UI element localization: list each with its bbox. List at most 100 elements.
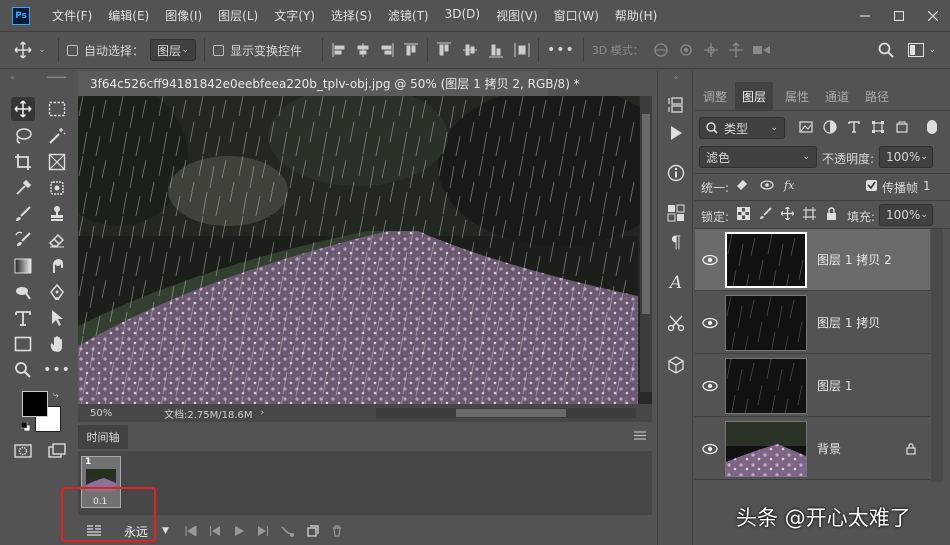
paragraph-panel-button[interactable]: ¶ [664, 231, 688, 255]
default-colors-icon[interactable] [21, 422, 30, 431]
tab-channels[interactable]: 通道 [817, 82, 857, 110]
search-icon[interactable] [878, 42, 895, 58]
menu-filter[interactable]: 滤镜(T) [380, 7, 437, 24]
align-right-icon[interactable] [379, 42, 395, 58]
tool-presets-panel-button[interactable] [664, 311, 688, 335]
layer-row[interactable]: 背景 [695, 418, 930, 480]
actions-panel-button[interactable] [664, 121, 688, 145]
slide-3d-icon[interactable] [727, 42, 745, 58]
tab-adjustments[interactable]: 调整 [695, 82, 735, 110]
spot-healing-tool[interactable] [45, 176, 69, 200]
pixel-layer-filter-icon[interactable] [799, 120, 813, 134]
menu-help[interactable]: 帮助(H) [607, 7, 665, 24]
magic-wand-tool[interactable] [45, 124, 69, 148]
chevron-down-icon[interactable]: ▼ [162, 526, 169, 536]
layer-name[interactable]: 图层 1 [817, 377, 852, 394]
unify-style-icon[interactable]: fx [783, 178, 799, 192]
history-brush-tool[interactable] [11, 228, 35, 252]
next-frame-icon[interactable] [257, 526, 269, 536]
tab-properties[interactable]: 属性 [777, 82, 817, 110]
filter-toggle-switch[interactable] [927, 120, 937, 134]
swatches-panel-button[interactable] [664, 201, 688, 225]
layer-row[interactable]: 图层 1 [695, 355, 930, 417]
visibility-toggle[interactable] [695, 380, 725, 392]
distribute-bottom-icon[interactable] [488, 42, 504, 58]
eraser-tool[interactable] [45, 228, 69, 252]
shape-layer-filter-icon[interactable] [871, 120, 885, 134]
quick-mask-button[interactable] [11, 439, 35, 463]
tween-icon[interactable] [281, 525, 295, 537]
foreground-color-swatch[interactable] [22, 391, 48, 417]
fill-input[interactable]: 100% ⌄ [879, 204, 933, 226]
layer-filter-dropdown[interactable]: 类型 ⌄ [699, 117, 785, 139]
zoom-tool[interactable] [11, 358, 35, 382]
layer-name[interactable]: 图层 1 拷贝 2 [817, 251, 892, 268]
type-tool[interactable] [11, 306, 35, 330]
minimize-button[interactable] [848, 4, 882, 28]
previous-frame-icon[interactable] [209, 526, 221, 536]
roll-3d-icon[interactable] [677, 42, 695, 58]
align-left-icon[interactable] [331, 42, 347, 58]
swap-colors-icon[interactable]: ⤷ [53, 390, 59, 401]
distribute-top-icon[interactable] [436, 42, 452, 58]
panel-menu-icon[interactable] [634, 431, 646, 440]
auto-select-checkbox[interactable] [67, 44, 78, 56]
crop-tool[interactable] [11, 150, 35, 174]
hand-tool[interactable] [45, 332, 69, 356]
smart-object-filter-icon[interactable] [895, 120, 909, 134]
adjustment-layer-filter-icon[interactable] [823, 120, 837, 134]
opacity-input[interactable]: 100% ⌄ [879, 146, 933, 168]
timeline-tab[interactable]: 时间轴 [78, 425, 128, 449]
show-transform-checkbox[interactable] [213, 44, 225, 56]
visibility-toggle[interactable] [695, 443, 725, 455]
marquee-tool[interactable] [45, 97, 69, 121]
visibility-toggle[interactable] [695, 317, 725, 329]
menu-file[interactable]: 文件(F) [44, 7, 100, 24]
document-tab[interactable]: 3f64c526cff94181842e0eebfeea220b_tplv-ob… [78, 71, 580, 96]
menu-select[interactable]: 选择(S) [323, 7, 380, 24]
menu-view[interactable]: 视图(V) [488, 7, 546, 24]
gradient-tool[interactable] [11, 254, 35, 278]
frame-tool[interactable] [45, 150, 69, 174]
brush-tool[interactable] [11, 202, 35, 226]
move-tool[interactable] [11, 97, 35, 121]
lock-image-pixels-icon[interactable] [759, 207, 772, 220]
lasso-tool[interactable] [11, 124, 35, 148]
edit-toolbar-button[interactable]: ••• [43, 358, 70, 382]
first-frame-icon[interactable] [185, 526, 197, 536]
3d-panel-button[interactable] [664, 353, 688, 377]
info-panel-button[interactable] [664, 161, 688, 185]
horizontal-scrollbar[interactable] [376, 408, 636, 418]
lock-all-icon[interactable] [825, 207, 838, 220]
unify-visibility-icon[interactable] [759, 178, 775, 192]
smudge-tool[interactable] [45, 254, 69, 278]
layer-name[interactable]: 背景 [817, 440, 841, 457]
canvas-area[interactable] [78, 96, 652, 406]
history-panel-button[interactable] [664, 93, 688, 117]
align-top-icon[interactable] [403, 42, 419, 58]
play-icon[interactable] [233, 526, 245, 536]
auto-select-dropdown[interactable]: 图层 ⌄ [150, 39, 197, 61]
menu-image[interactable]: 图像(I) [157, 7, 210, 24]
menu-type[interactable]: 文字(Y) [266, 7, 323, 24]
zoom-level[interactable]: 50% [90, 408, 150, 419]
pan-3d-icon[interactable] [702, 42, 720, 58]
menu-3d[interactable]: 3D(D) [437, 7, 488, 24]
collapse-arrows-icon[interactable]: « [10, 73, 15, 82]
duplicate-frame-icon[interactable] [307, 525, 319, 537]
clone-stamp-tool[interactable] [45, 202, 69, 226]
move-tool-preset[interactable]: ⌄ [10, 41, 50, 59]
dodge-tool[interactable] [11, 280, 35, 304]
type-layer-filter-icon[interactable] [847, 120, 861, 134]
layer-row[interactable]: 图层 1 拷贝 [695, 292, 930, 354]
align-horizontal-center-icon[interactable] [355, 42, 371, 58]
menu-edit[interactable]: 编辑(E) [100, 7, 157, 24]
pen-tool[interactable] [45, 280, 69, 304]
blend-mode-dropdown[interactable]: 滤色 ⌄ [699, 146, 817, 168]
layer-row[interactable]: 图层 1 拷贝 2 [695, 229, 930, 291]
tab-layers[interactable]: 图层 [735, 82, 773, 110]
menu-layer[interactable]: 图层(L) [210, 7, 266, 24]
maximize-button[interactable] [882, 4, 916, 28]
status-menu-icon[interactable]: › [261, 408, 265, 418]
path-selection-tool[interactable] [45, 306, 69, 330]
